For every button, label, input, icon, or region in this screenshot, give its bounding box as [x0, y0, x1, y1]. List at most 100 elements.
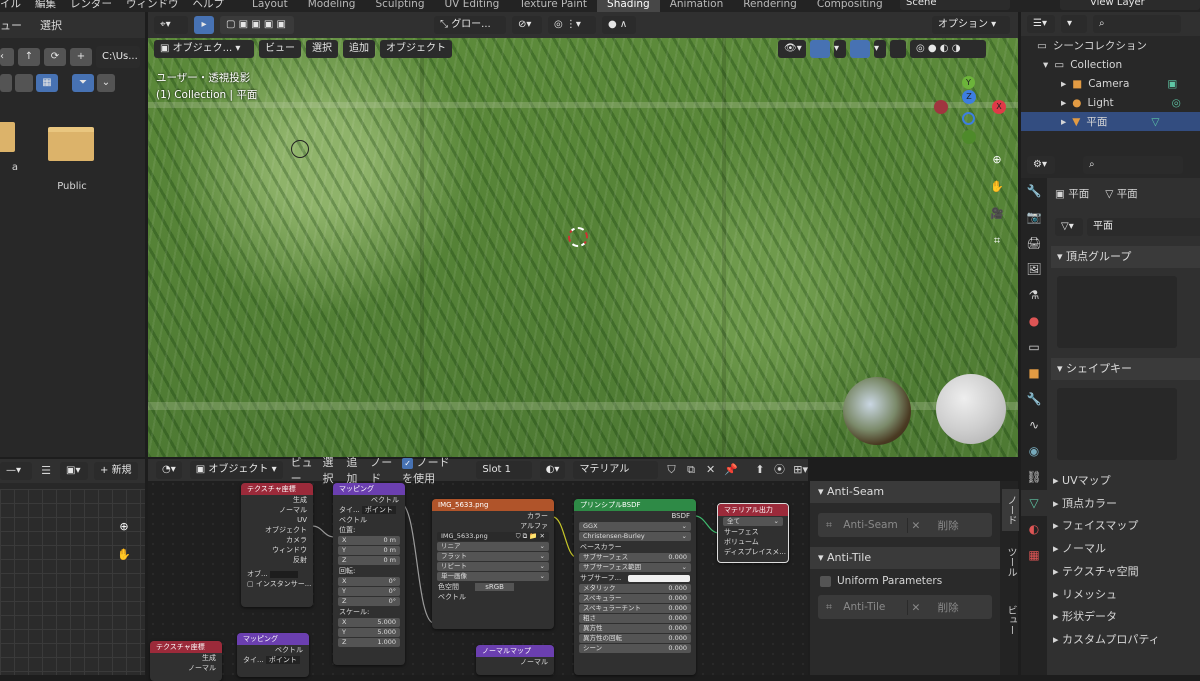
shape-keys-panel-header[interactable]: ▾ シェイプキー — [1051, 358, 1200, 380]
expand-icon[interactable]: ▾ — [1043, 59, 1048, 71]
navigation-gizmo[interactable]: X Y Z — [930, 74, 1010, 154]
viewport-menu-select[interactable]: 選択 — [306, 40, 338, 58]
options-dropdown[interactable]: オプション ▾ — [932, 16, 1010, 34]
short-list-button[interactable] — [15, 74, 33, 92]
object-field[interactable]: オブ... — [241, 569, 313, 579]
socket-generated[interactable]: 生成 — [150, 653, 222, 663]
workspace-tab-rendering[interactable]: Rendering — [733, 0, 807, 12]
shading-modes[interactable]: ◎ ● ◐ ◑ — [910, 40, 986, 58]
distribution-dropdown[interactable]: GGX ⌄ — [579, 522, 691, 531]
view-layer-selector[interactable]: View Layer — [1060, 0, 1200, 10]
extension-dropdown[interactable]: リピート ⌄ — [437, 562, 549, 571]
socket-volume[interactable]: ボリューム — [718, 537, 788, 547]
anti-tile-delete-button[interactable]: ✕ 削除 — [906, 599, 993, 615]
snap-button[interactable]: ◎ ⋮▾ — [548, 16, 596, 34]
world-tab-icon[interactable]: ● — [1021, 308, 1047, 334]
socket-vector-in[interactable]: ベクトル — [432, 592, 554, 602]
roughness-field[interactable]: 粗さ 0.000 — [579, 614, 691, 623]
panel-uv-maps[interactable]: ▸ UVマップ — [1053, 470, 1160, 493]
anti-seam-panel-header[interactable]: ▾ Anti-Seam — [810, 481, 1000, 503]
menu-edit[interactable]: 編集 — [35, 0, 56, 11]
anisotropic-field[interactable]: 異方性 0.000 — [579, 624, 691, 633]
outliner-editor-type[interactable]: ☰▾ — [1027, 15, 1055, 33]
outliner-row-light[interactable]: ▸ ● Light ◎ — [1021, 93, 1200, 112]
image-editor-mode[interactable]: —▾ — [0, 462, 32, 480]
projection-dropdown[interactable]: フラット ⌄ — [437, 552, 549, 561]
path-field[interactable]: C:\Us... — [96, 46, 140, 68]
overlay-toggle[interactable] — [850, 40, 870, 58]
socket-alpha[interactable]: アルファ — [432, 521, 554, 531]
panel-vertex-colors[interactable]: ▸ 頂点カラー — [1053, 493, 1160, 516]
expand-icon[interactable]: ▸ — [1061, 78, 1066, 90]
gizmo-axis-z[interactable]: Z — [962, 90, 976, 104]
material-browse[interactable]: ◐▾ — [539, 461, 566, 479]
proportional-button[interactable]: ● ∧ — [602, 16, 636, 34]
collection-tab-icon[interactable]: ▭ — [1021, 334, 1047, 360]
sidebar-tab-view[interactable]: ビュー — [1002, 599, 1019, 641]
perspective-grid-icon[interactable]: ⌗ — [989, 233, 1005, 249]
node-menu-add[interactable]: 追加 — [346, 454, 362, 486]
list-view-button[interactable] — [0, 74, 12, 92]
socket-generated[interactable]: 生成 — [241, 495, 313, 505]
transform-orientation[interactable]: ⤡ グロー... — [434, 16, 506, 34]
gizmo-axis-x[interactable]: X — [992, 100, 1006, 114]
principled-bsdf-node[interactable]: プリンシプルBSDF BSDF GGX ⌄ Christensen-Burley ⌄… — [574, 499, 696, 675]
anti-tile-panel-header[interactable]: ▾ Anti-Tile — [810, 547, 1000, 569]
menu-window[interactable]: ウィンドウ — [126, 0, 179, 11]
color-space-field[interactable]: 色空間 sRGB — [432, 582, 554, 592]
gizmo-toggle[interactable] — [810, 40, 830, 58]
mapping-node-2[interactable]: マッピング ベクトル タイ... ポイント — [237, 633, 309, 677]
gizmo-dropdown[interactable]: ▾ — [834, 40, 846, 58]
zoom-icon[interactable]: ⊕ — [989, 152, 1005, 168]
outliner-search[interactable]: ⌕ — [1093, 15, 1181, 33]
folder-item[interactable]: Public — [48, 127, 96, 192]
material-output-node[interactable]: マテリアル出力 全て ⌄ サーフェス ボリューム ディスプレイスメ... — [717, 503, 789, 563]
select-tool-button[interactable]: ▸ — [194, 16, 214, 34]
metallic-field[interactable]: メタリック 0.000 — [579, 584, 691, 593]
node-editor-type[interactable]: ◔▾ — [156, 461, 182, 479]
modifier-tab-icon[interactable]: 🔧 — [1021, 386, 1047, 412]
fake-user-icon[interactable]: ⛉ — [666, 462, 678, 478]
properties-search[interactable]: ⌕ — [1083, 156, 1183, 174]
menu-render[interactable]: レンダー — [70, 0, 112, 11]
mapping-type[interactable]: タイ... ポイント — [333, 505, 405, 515]
slot-dropdown[interactable]: Slot 1 — [476, 461, 532, 479]
image-actions-icon[interactable]: ⛉ ⧉ 📁 ✕ — [516, 532, 545, 541]
socket-reflection[interactable]: 反射 — [241, 555, 313, 565]
image-grid[interactable] — [0, 489, 145, 675]
socket-base-color[interactable]: ベースカラー — [574, 542, 696, 552]
anti-seam-delete-button[interactable]: ✕ 削除 — [906, 517, 993, 533]
editor-type-button[interactable]: ⌖▾ — [154, 16, 188, 34]
menu-icon[interactable]: ☰ — [38, 463, 54, 479]
anti-seam-button[interactable]: ⌗ Anti-Seam — [818, 519, 907, 532]
render-tab-icon[interactable]: 📷 — [1021, 204, 1047, 230]
outliner-display-mode[interactable]: ▾ — [1061, 15, 1087, 33]
image-file-field[interactable]: IMG_5633.png ⛉ ⧉ 📁 ✕ — [437, 532, 549, 541]
back-button[interactable]: ‹ — [0, 48, 14, 66]
panel-normals[interactable]: ▸ ノーマル — [1053, 538, 1160, 561]
workspace-tab-sculpting[interactable]: Sculpting — [365, 0, 434, 12]
texture-tab-icon[interactable]: ▦ — [1021, 542, 1047, 568]
pin-icon[interactable]: 📌 — [724, 462, 738, 478]
mapping-node[interactable]: マッピング ベクトル タイ... ポイント ベクトル 位置: X0 m Y0 m… — [333, 483, 405, 665]
rotation-z[interactable]: Z 0° — [338, 597, 400, 606]
parent-node-tree-icon[interactable]: ⬆ — [754, 462, 766, 478]
sidebar-tab-tool[interactable]: ツール — [1002, 541, 1019, 583]
scale-z[interactable]: Z 1.000 — [338, 638, 400, 647]
subsurface-field[interactable]: サブサーフェス 0.000 — [579, 553, 691, 562]
node-editor[interactable]: ◔▾ ▣ オブジェクト ▾ ビュー 選択 追加 ノード ✓ ノードを使用 Slo… — [148, 456, 808, 681]
panel-texture-space[interactable]: ▸ テクスチャ空間 — [1053, 561, 1160, 584]
pan-hand-icon[interactable]: ✋ — [989, 179, 1005, 195]
panel-geometry-data[interactable]: ▸ 形状データ — [1053, 606, 1160, 629]
location-z[interactable]: Z0 m — [338, 556, 400, 565]
output-tab-icon[interactable]: 🖨 — [1021, 230, 1047, 256]
image-texture-node[interactable]: IMG_5633.png カラー アルファ IMG_5633.png ⛉ ⧉ 📁 … — [432, 499, 554, 629]
uniform-parameters-checkbox[interactable]: Uniform Parameters — [820, 575, 990, 587]
workspace-tab-compositing[interactable]: Compositing — [807, 0, 893, 12]
expand-icon[interactable]: ▸ — [1061, 97, 1066, 109]
duplicate-icon[interactable]: ⧉ — [685, 462, 697, 478]
particles-tab-icon[interactable]: ∿ — [1021, 412, 1047, 438]
workspace-tab-modeling[interactable]: Modeling — [298, 0, 366, 12]
socket-normal[interactable]: ノーマル — [150, 663, 222, 673]
workspace-tab-uv-editing[interactable]: UV Editing — [435, 0, 510, 12]
